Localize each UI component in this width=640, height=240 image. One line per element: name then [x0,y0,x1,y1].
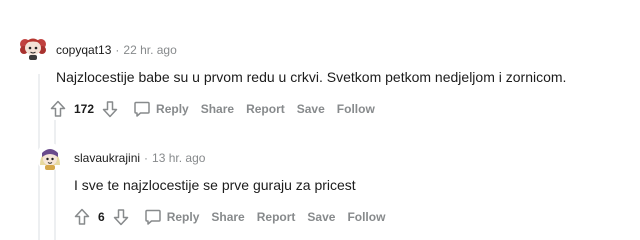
downvote-icon[interactable] [100,99,120,119]
save-button[interactable]: Save [307,210,335,224]
comment: slavaukrajini · 13 hr. ago I sve te najz… [0,130,640,240]
timestamp[interactable]: 22 hr. ago [123,43,176,57]
downvote-icon[interactable] [111,207,131,227]
share-button[interactable]: Share [201,102,234,116]
follow-button[interactable]: Follow [337,102,375,116]
username[interactable]: copyqat13 [56,43,111,57]
comment-body: I sve te najzlocestije se prve guraju za… [74,177,356,193]
avatar[interactable] [18,32,48,62]
avatar[interactable] [36,143,64,171]
upvote-icon[interactable] [48,99,68,119]
comment-body: Najzlocestije babe su u prvom redu u crk… [56,69,567,85]
save-button[interactable]: Save [297,102,325,116]
comment: copyqat13 · 22 hr. ago Najzlocestije bab… [0,0,640,122]
vote-score: 172 [74,102,95,116]
reply-label: Reply [166,210,200,224]
avatar-snoo-icon [36,143,64,171]
meta-separator: · [144,151,149,165]
speech-bubble-icon [132,99,152,119]
comment-meta: slavaukrajini · 13 hr. ago [74,151,205,165]
follow-button[interactable]: Follow [347,210,385,224]
avatar-snoo-icon [18,32,48,62]
vote-score: 6 [98,210,105,224]
comment-meta: copyqat13 · 22 hr. ago [56,43,177,57]
comment-actions: 6 Reply Share Report Save Follow [72,207,385,227]
report-button[interactable]: Report [246,102,285,116]
reply-button[interactable]: Reply [143,207,200,227]
report-button[interactable]: Report [257,210,296,224]
reply-label: Reply [156,102,189,116]
reply-button[interactable]: Reply [132,99,189,119]
upvote-icon[interactable] [72,207,92,227]
username[interactable]: slavaukrajini [74,151,140,165]
share-button[interactable]: Share [211,210,244,224]
comment-actions: 172 Reply Share Report Save Follow [48,99,375,119]
speech-bubble-icon [143,207,163,227]
timestamp[interactable]: 13 hr. ago [152,151,205,165]
meta-separator: · [115,43,120,57]
